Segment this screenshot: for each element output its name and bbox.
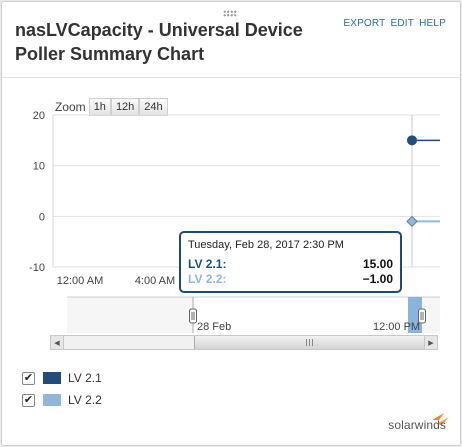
tooltip-series-name: LV 2.1: [188, 257, 227, 271]
legend-label: LV 2.1 [68, 371, 102, 385]
legend-checkbox[interactable]: ✔ [22, 393, 35, 407]
y-tick-label: -10 [29, 262, 45, 274]
y-tick-label: 10 [33, 161, 45, 173]
chart-tooltip: Tuesday, Feb 28, 2017 2:30 PM LV 2.1: 15… [179, 231, 402, 293]
solarwinds-logo: solarwinds [388, 418, 446, 432]
scrollbar-thumb[interactable] [194, 336, 425, 349]
legend-item[interactable]: ✔ LV 2.2 [22, 392, 102, 408]
data-point-marker [407, 135, 417, 146]
tooltip-row-lv21: LV 2.1: 15.00 [188, 257, 393, 272]
legend-swatch [43, 394, 61, 406]
legend-swatch [43, 372, 61, 384]
data-point-marker [406, 215, 418, 228]
legend-item[interactable]: ✔ LV 2.1 [22, 370, 102, 386]
grip-icon [306, 339, 313, 346]
legend-label: LV 2.2 [68, 393, 102, 407]
tooltip-date: Tuesday, Feb 28, 2017 2:30 PM [188, 239, 344, 251]
chart-legend: ✔ LV 2.1 ✔ LV 2.2 [22, 370, 102, 414]
navigator-left-handle[interactable] [189, 308, 197, 324]
tooltip-series-name: LV 2.2: [188, 272, 227, 286]
navigator-scrollbar[interactable]: ◀ ▶ [50, 335, 438, 350]
x-tick-label: 12:00 AM [57, 275, 103, 287]
legend-checkbox[interactable]: ✔ [22, 371, 35, 385]
navigator-label-date: 28 Feb [197, 321, 231, 333]
navigator-label-time: 12:00 PM [373, 321, 420, 333]
logo-text: solarwinds [388, 418, 446, 432]
tooltip-series-value: 15.00 [362, 257, 393, 271]
y-tick-label: 0 [39, 211, 45, 223]
tooltip-row-lv22: LV 2.2: −1.00 [188, 272, 393, 287]
scroll-right-arrow-icon[interactable]: ▶ [424, 336, 437, 349]
tooltip-series-value: −1.00 [362, 272, 393, 286]
y-tick-label: 20 [33, 110, 45, 122]
x-tick-label: 4:00 AM [135, 275, 175, 287]
scroll-left-arrow-icon[interactable]: ◀ [51, 336, 64, 349]
